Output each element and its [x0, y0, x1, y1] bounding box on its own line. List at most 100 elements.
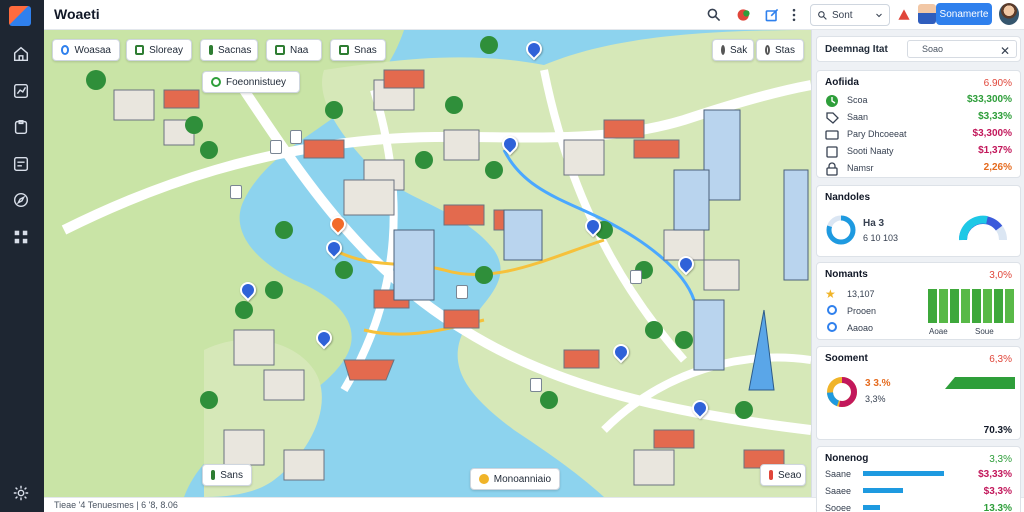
nonenog-row-label: Saane [825, 469, 852, 479]
map-legend-chip[interactable]: Sans [202, 464, 252, 486]
card-value: 3,3% [989, 454, 1012, 465]
chip-label: Woasaa [74, 44, 111, 56]
chart-icon[interactable] [10, 81, 32, 101]
chip-label: Sloreay [149, 44, 183, 56]
card-title: Sooment [825, 353, 868, 364]
location-icon [827, 305, 837, 315]
activity-row-label: Pary Dhcoeeat [847, 129, 907, 139]
card-title: Aofiida [825, 77, 859, 88]
bar-label: Soue [975, 327, 994, 336]
activity-row-value: $33,300% [966, 94, 1012, 105]
map-view[interactable]: Woasaa Sloreay Sacnas Naa Snas Foeonnist… [44, 30, 811, 497]
map-filter-chip[interactable]: Naa [266, 39, 322, 61]
activity-row-value: $1,37% [978, 145, 1012, 156]
map-layer-chip[interactable]: Stas [756, 39, 804, 61]
bar [928, 289, 937, 323]
map-marker[interactable] [630, 270, 642, 284]
activity-row-label: Saan [847, 112, 869, 122]
map-zoom-chip[interactable]: Seao [760, 464, 806, 486]
bar [983, 288, 992, 323]
map-marker[interactable] [290, 130, 302, 144]
search-dropdown[interactable]: Sont [810, 4, 890, 26]
card-value: 6.90% [983, 78, 1012, 89]
stat-label: 13,107 [847, 289, 875, 299]
card-title: Nomants [825, 269, 868, 280]
map-filter-chip[interactable]: Sloreay [126, 39, 192, 61]
panel-title: Deemnag Itat [825, 43, 888, 55]
grid-icon[interactable] [10, 227, 32, 247]
status-icon [479, 474, 489, 484]
stat-line: Ha 3 [863, 218, 885, 229]
activity-row-label: Namsr [847, 163, 874, 173]
map-marker[interactable] [456, 285, 468, 299]
nonenog-row-value: $3,33% [978, 469, 1012, 480]
app-logo [9, 6, 31, 26]
search-icon[interactable] [704, 5, 724, 25]
analytics-icon[interactable] [10, 154, 32, 174]
more-icon[interactable] [784, 5, 804, 25]
tag-icon [826, 112, 839, 124]
map-marker[interactable] [230, 185, 242, 199]
transit-icon [209, 45, 213, 55]
nonenog-row-label: Saaee [825, 486, 852, 496]
bar [961, 288, 970, 323]
card-icon [825, 130, 839, 140]
progress-bar [863, 488, 903, 493]
bar [939, 288, 948, 323]
location-icon [827, 322, 837, 332]
activity-row-label: Sooti Naaty [847, 146, 894, 156]
map-filter-chip[interactable]: Snas [330, 39, 386, 61]
panel-search-input[interactable]: Soao ✕ [907, 40, 1017, 58]
map-filter-chip[interactable]: Woasaa [52, 39, 120, 61]
user-avatar[interactable] [999, 3, 1019, 25]
activity-row-value: 2,26% [983, 162, 1012, 173]
side-panel: Deemnag Itat Soao ✕ Aofiida 6.90% Scoa $3… [811, 30, 1024, 512]
alert-icon[interactable] [894, 5, 914, 25]
map-status-chip[interactable]: Monoanniaio [470, 468, 560, 490]
primary-action-button[interactable]: Sonamerte [936, 3, 992, 25]
card-title: Nonenog [825, 453, 869, 464]
sentiment-card: Sooment 6,3% 3 3.% 3,3% 70.3% [816, 346, 1021, 440]
zoom-icon [769, 470, 773, 480]
avatar[interactable] [918, 4, 936, 24]
compass-icon[interactable] [10, 190, 32, 210]
stat-line: 6 10 103 [863, 233, 899, 243]
location-icon [61, 45, 70, 55]
notification-icon[interactable] [734, 5, 754, 25]
chevron-down-icon [876, 13, 882, 18]
chip-label: Snas [354, 44, 377, 56]
filter-icon [211, 77, 221, 87]
app-root: Woaeti Sont Sonamerte Woasaa Sloreay Sac… [0, 0, 1024, 512]
card-value: 6,3% [989, 354, 1012, 365]
card-value: 70.3% [983, 425, 1012, 436]
search-label: Sont [832, 9, 853, 21]
chip-label: Foeonnistuey [226, 76, 287, 88]
home-icon[interactable] [10, 44, 32, 64]
search-icon [818, 10, 827, 20]
nonenog-row-label: Sooee [825, 503, 852, 512]
clipboard-icon[interactable] [10, 117, 32, 137]
stat-label: Aaoao [847, 323, 874, 333]
bar-chart [927, 281, 1015, 323]
activity-card: Aofiida 6.90% Scoa $33,300% Saan $3,33% Pary… [816, 70, 1021, 178]
stat-line: 3,3% [865, 394, 886, 404]
map-layer-chip[interactable]: Sak [712, 39, 754, 61]
app-title: Woaeti [54, 6, 100, 22]
close-icon[interactable]: ✕ [1000, 44, 1010, 58]
stat-label: Prooen [847, 306, 877, 316]
layer-icon [765, 45, 770, 55]
activity-row-label: Scoa [847, 95, 868, 105]
panel-header: Deemnag Itat Soao ✕ [816, 36, 1021, 62]
edit-icon[interactable] [762, 5, 782, 25]
stat-line: 3 3.% [865, 378, 891, 389]
category-dropdown[interactable]: Foeonnistuey [202, 71, 300, 93]
layers-icon [339, 45, 349, 55]
clock-icon [826, 95, 838, 107]
map-filter-chip[interactable]: Sacnas [200, 39, 258, 61]
activity-row-value: $3,33% [978, 111, 1012, 122]
map-marker[interactable] [270, 140, 282, 154]
chip-label: Sacnas [218, 44, 252, 56]
settings-icon[interactable] [10, 483, 32, 503]
poi-icon [275, 45, 285, 55]
map-marker[interactable] [530, 378, 542, 392]
